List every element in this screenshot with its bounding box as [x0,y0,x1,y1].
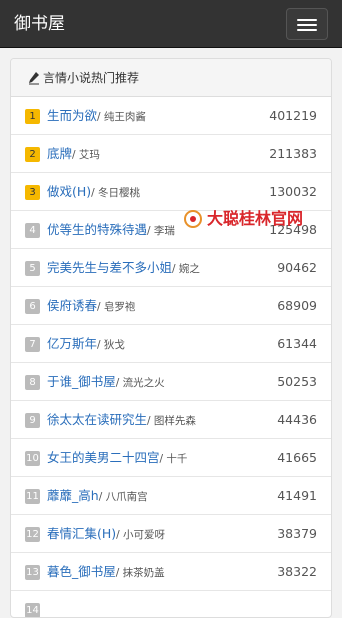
book-entry: 侯府诱春/ 皂罗袍 [47,298,135,315]
rank-badge: 7 [25,337,40,352]
list-item[interactable]: 12 春情汇集(H)/ 小可爱呀 38379 [11,515,331,553]
book-author: / 纯王肉酱 [97,111,146,123]
book-entry: 优等生的特殊待遇/ 李瑞 [47,222,175,239]
panel-title: 言情小说热门推荐 [43,71,140,85]
read-count: 90462 [277,260,317,275]
book-entry: 春情汇集(H)/ 小可爱呀 [47,526,165,543]
book-entry: 蘼蘼_高h/ 八爪南宫 [47,488,148,505]
watermark-text: 大聪桂林官网 [207,209,304,228]
read-count: 44436 [277,412,317,427]
book-title-link[interactable]: 优等生的特殊待遇 [47,222,147,237]
read-count: 61344 [277,336,317,351]
watermark-logo-icon [184,210,202,228]
list-item[interactable]: 13 暮色_御书屋/ 抹茶奶盖 38322 [11,553,331,591]
book-title-link[interactable]: 于谁_御书屋 [47,374,116,389]
rank-badge: 3 [25,185,40,200]
panel-heading: 言情小说热门推荐 [11,59,331,97]
book-author: / 八爪南宫 [98,491,148,503]
book-title-link[interactable]: 做戏(H) [47,184,91,199]
book-author: / 流光之火 [115,377,165,389]
book-author: / 李瑞 [147,225,175,237]
book-title-link[interactable]: 暮色_御书屋 [47,564,116,579]
read-count: 38379 [277,526,317,541]
read-count: 401219 [269,108,317,123]
book-title-link[interactable]: 生而为欲 [47,108,97,123]
list-item[interactable]: 5 完美先生与差不多小姐/ 婉之 90462 [11,249,331,287]
rank-badge: 13 [25,565,40,580]
list-item[interactable]: 11 蘼蘼_高h/ 八爪南宫 41491 [11,477,331,515]
hamburger-menu-icon-bar [297,24,317,26]
list-item[interactable]: 9 徐太太在读研究生/ 图样先森 44436 [11,401,331,439]
rank-badge: 12 [25,527,40,542]
book-entry: 底牌/ 艾玛 [47,146,100,163]
site-brand[interactable]: 御书屋 [14,13,65,35]
rank-badge: 11 [25,489,40,504]
book-title-link[interactable]: 徐太太在读研究生 [47,412,147,427]
read-count: 68909 [277,298,317,313]
rank-badge: 6 [25,299,40,314]
list-item[interactable]: 8 于谁_御书屋/ 流光之火 50253 [11,363,331,401]
read-count: 211383 [269,146,317,161]
list-item[interactable]: 3 做戏(H)/ 冬日樱桃 130032 [11,173,331,211]
book-author: / 狄戈 [97,339,125,351]
book-title-link[interactable]: 侯府诱春 [47,298,97,313]
list-item[interactable]: 14 [11,591,331,617]
read-count: 41665 [277,450,317,465]
book-title-link[interactable]: 女王的美男二十四宫 [47,450,160,465]
read-count: 41491 [277,488,317,503]
read-count: 130032 [269,184,317,199]
book-entry: 生而为欲/ 纯王肉酱 [47,108,146,125]
list-item[interactable]: 2 底牌/ 艾玛 211383 [11,135,331,173]
rank-badge: 2 [25,147,40,162]
book-title-link[interactable]: 完美先生与差不多小姐 [47,260,172,275]
list-item[interactable]: 10 女王的美男二十四宫/ 十千 41665 [11,439,331,477]
book-author: / 皂罗袍 [97,301,136,313]
rank-badge: 5 [25,261,40,276]
read-count: 38322 [277,564,317,579]
list-item[interactable]: 6 侯府诱春/ 皂罗袍 68909 [11,287,331,325]
book-title-link[interactable]: 底牌 [47,146,72,161]
book-entry: 完美先生与差不多小姐/ 婉之 [47,260,200,277]
book-title-link[interactable]: 春情汇集(H) [47,526,116,541]
book-author: / 图样先森 [147,415,196,427]
book-entry: 做戏(H)/ 冬日樱桃 [47,184,140,201]
rank-badge: 4 [25,223,40,238]
rank-badge: 9 [25,413,40,428]
book-author: / 婉之 [172,263,200,275]
book-author: / 十千 [159,453,188,465]
book-entry: 徐太太在读研究生/ 图样先森 [47,412,196,429]
book-ranking-list: 1 生而为欲/ 纯王肉酱 401219 2 底牌/ 艾玛 211383 3 做戏(H)/ 冬日… [11,97,331,617]
rank-badge: 10 [25,451,40,466]
list-item[interactable]: 1 生而为欲/ 纯王肉酱 401219 [11,97,331,135]
book-author: / 抹茶奶盖 [115,567,165,579]
rank-badge: 14 [25,603,40,617]
book-entry: 暮色_御书屋/ 抹茶奶盖 [47,564,165,581]
pen-icon [29,72,39,85]
ranking-panel: 言情小说热门推荐 1 生而为欲/ 纯王肉酱 401219 2 底牌/ 艾玛 211383 3… [10,58,332,618]
book-title-link[interactable]: 蘼蘼_高h [47,488,99,503]
book-entry: 女王的美男二十四宫/ 十千 [47,450,187,467]
book-entry: 亿万斯年/ 狄戈 [47,336,125,353]
book-author: / 冬日樱桃 [91,187,141,199]
menu-toggle-button[interactable] [286,8,328,40]
list-item[interactable]: 7 亿万斯年/ 狄戈 61344 [11,325,331,363]
rank-badge: 8 [25,375,40,390]
rank-badge: 1 [25,109,40,124]
hamburger-menu-icon [297,19,317,21]
hamburger-menu-icon-bar [297,29,317,31]
book-title-link[interactable]: 亿万斯年 [47,336,97,351]
read-count: 50253 [277,374,317,389]
book-author: / 小可爱呀 [116,529,166,541]
book-entry: 于谁_御书屋/ 流光之火 [47,374,165,391]
book-author: / 艾玛 [72,149,100,161]
top-navbar: 御书屋 [0,0,342,48]
